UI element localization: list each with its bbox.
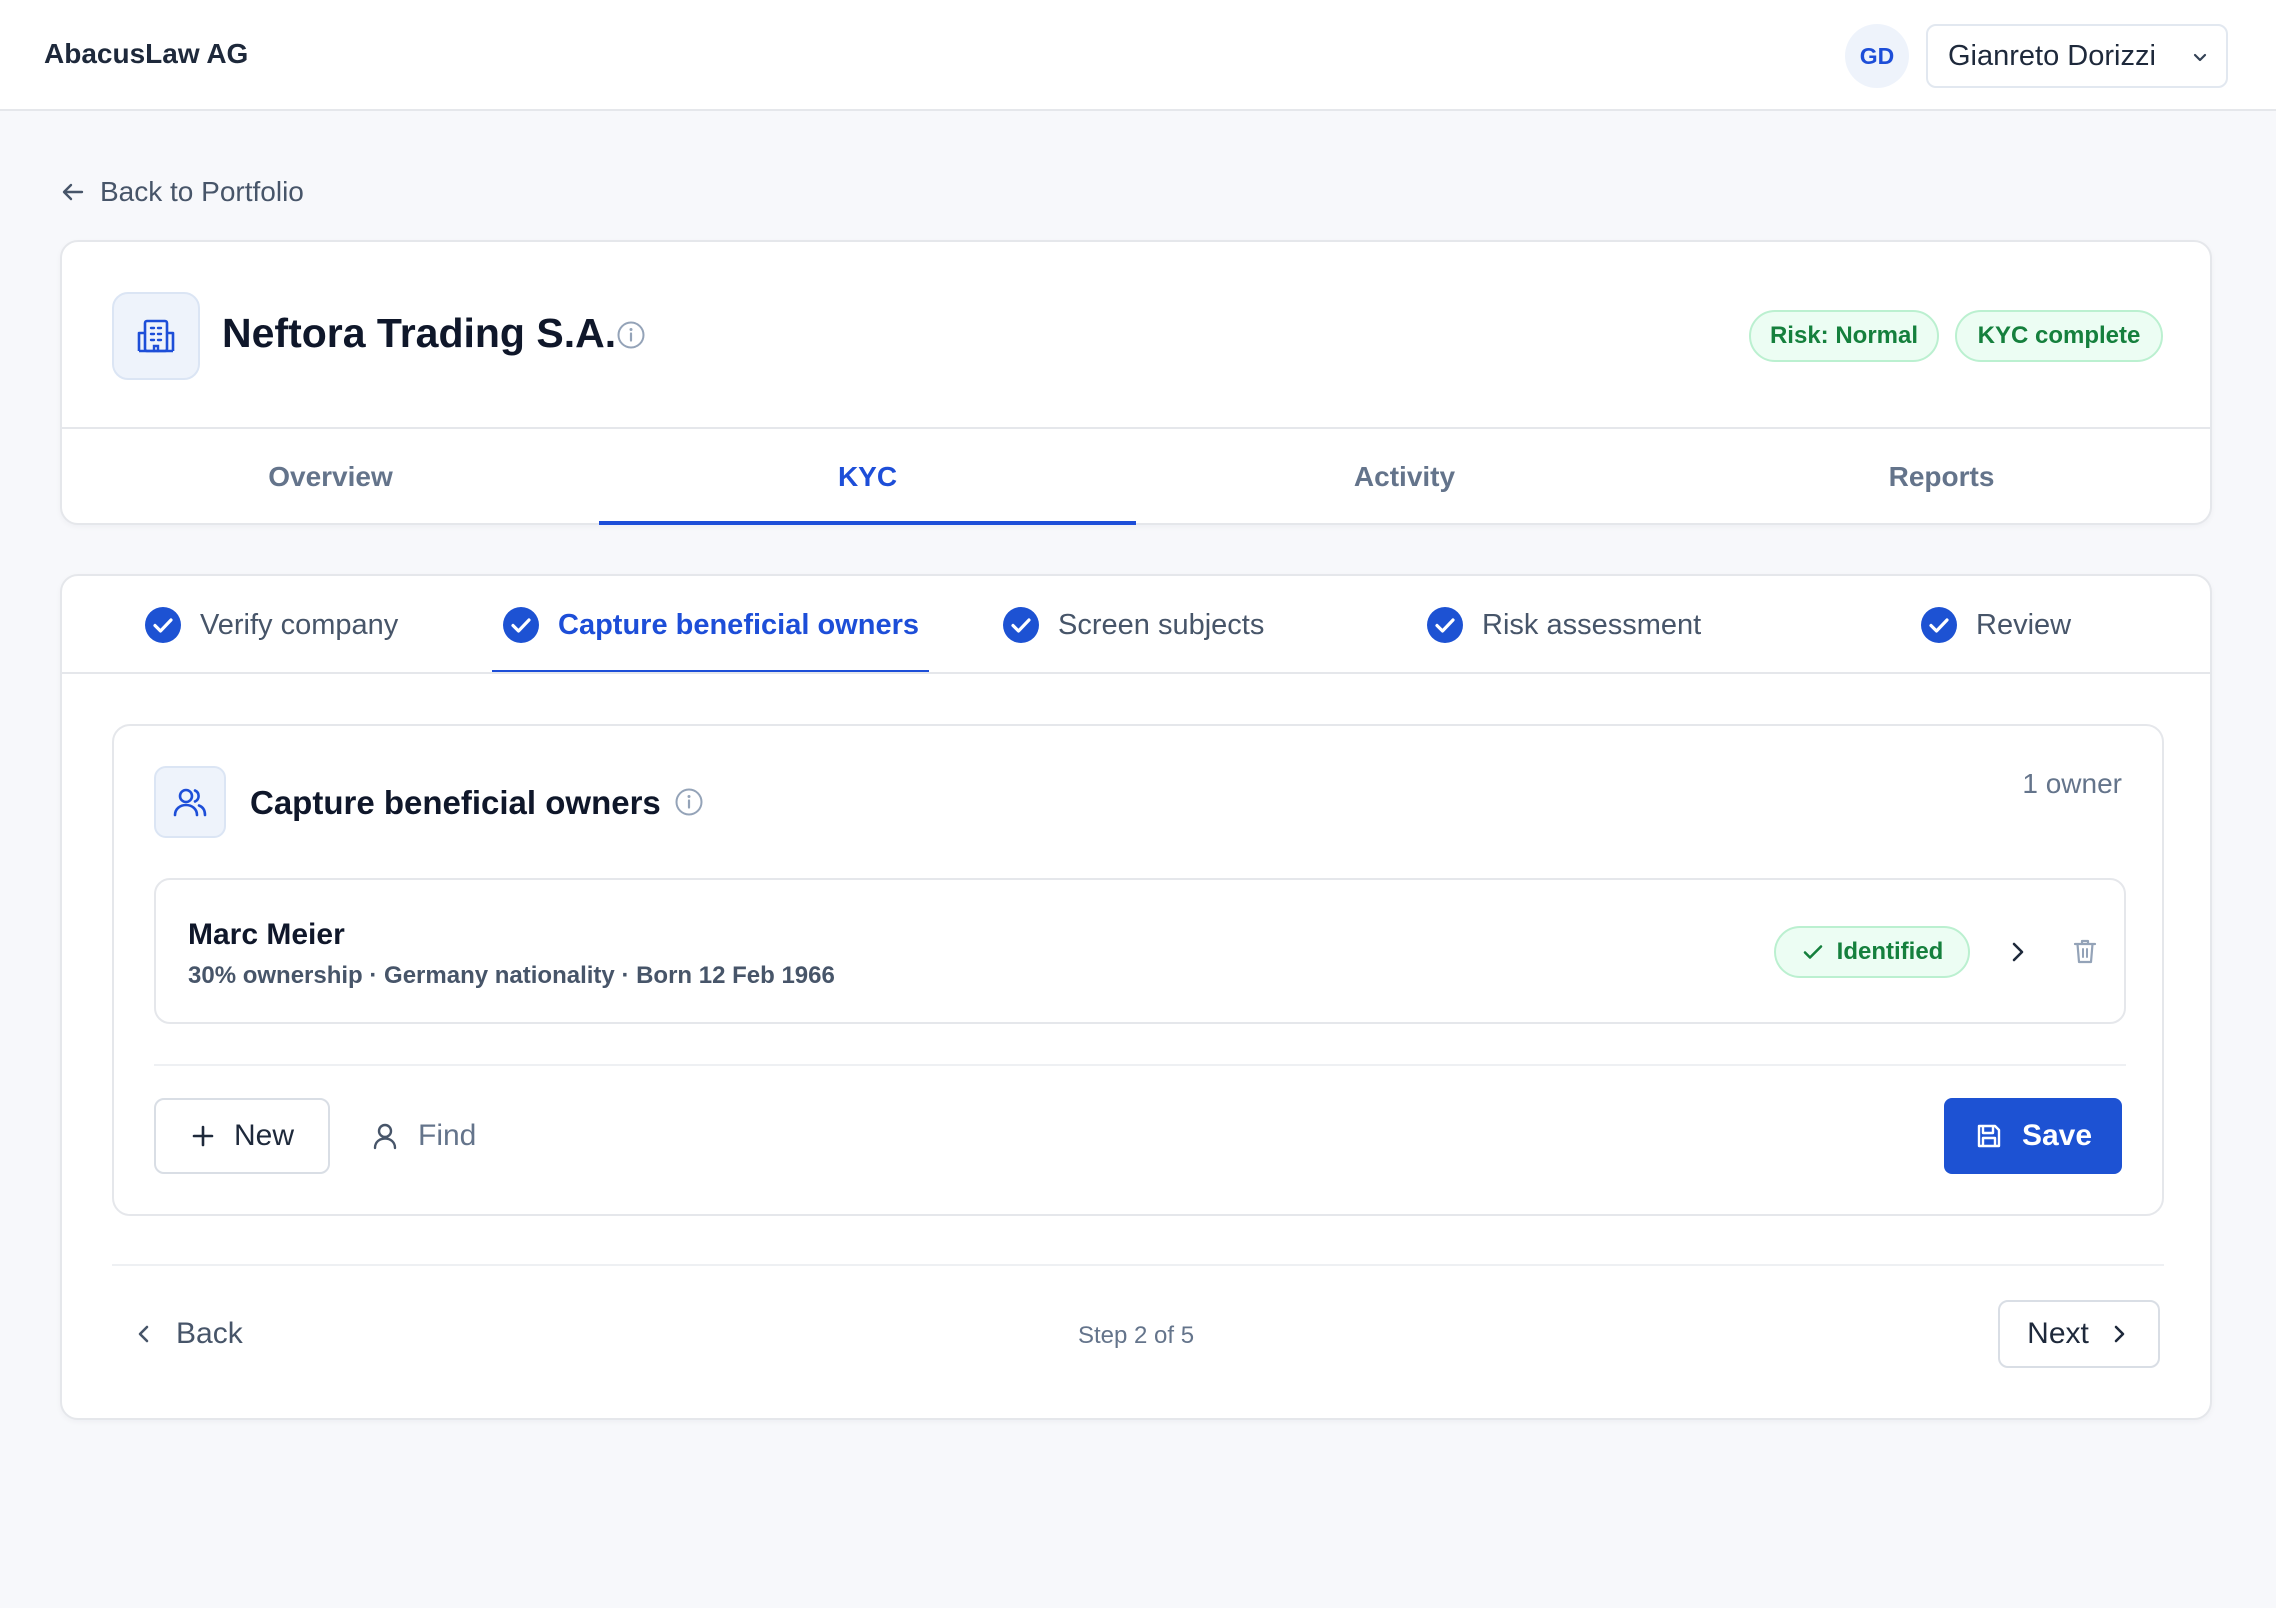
owner-row[interactable]: Marc Meier 30% ownership · Germany natio… (154, 878, 2126, 1024)
find-label: Find (418, 1119, 477, 1152)
kyc-status-badge: KYC complete (1955, 310, 2163, 362)
plus-icon (192, 1125, 214, 1147)
info-icon[interactable] (674, 787, 704, 817)
step-capture-beneficial-owners[interactable]: Capture beneficial owners (492, 576, 929, 674)
user-menu-select[interactable]: Gianreto Dorizzi (1926, 24, 2228, 88)
building-icon (112, 292, 200, 380)
risk-badge: Risk: Normal (1749, 310, 1939, 362)
step-review[interactable]: Review (1920, 576, 2071, 674)
user-name: Gianreto Dorizzi (1948, 39, 2156, 72)
check-circle-icon (1921, 607, 1957, 643)
section-title: Capture beneficial owners (250, 784, 661, 821)
step-risk-assessment[interactable]: Risk assessment (1426, 576, 1701, 674)
chevron-right-icon[interactable] (2004, 938, 2032, 966)
step-label: Capture beneficial owners (558, 608, 919, 641)
step-label: Screen subjects (1058, 608, 1265, 641)
tab-activity[interactable]: Activity (1136, 429, 1673, 525)
company-name: Neftora Trading S.A. (222, 310, 617, 356)
check-icon (1803, 945, 1822, 959)
back-to-portfolio-link[interactable]: Back to Portfolio (60, 176, 304, 208)
owner-details: 30% ownership · Germany nationality · Bo… (188, 962, 835, 989)
new-owner-button[interactable]: New (154, 1098, 330, 1174)
kyc-wizard-card: Verify company Capture beneficial owners… (60, 574, 2212, 1420)
step-verify-company[interactable]: Verify company (144, 576, 398, 674)
step-label: Risk assessment (1482, 608, 1702, 641)
users-icon (154, 766, 226, 838)
steps-divider (62, 672, 2210, 674)
check-circle-icon (1003, 607, 1039, 643)
top-bar: AbacusLaw AG GD Gianreto Dorizzi (0, 0, 2276, 111)
check-circle-icon (145, 607, 181, 643)
info-icon[interactable] (616, 320, 646, 350)
brand-name: AbacusLaw AG (44, 38, 249, 69)
step-label: Verify company (200, 608, 399, 641)
check-circle-icon (503, 607, 539, 643)
footer-divider (112, 1264, 2164, 1266)
step-screen-subjects[interactable]: Screen subjects (1002, 576, 1264, 674)
chevron-right-icon (2114, 1325, 2125, 1343)
next-label: Next (2027, 1317, 2089, 1350)
user-icon (373, 1123, 397, 1150)
owner-name: Marc Meier (188, 918, 345, 951)
find-owner-button[interactable]: Find (362, 1098, 484, 1174)
back-to-portfolio-label: Back to Portfolio (100, 176, 304, 207)
step-indicator: Step 2 of 5 (1077, 1322, 1195, 1349)
tab-overview[interactable]: Overview (62, 429, 599, 525)
status-label: Identified (1836, 938, 1944, 965)
arrow-left-icon (60, 179, 86, 205)
tab-kyc[interactable]: KYC (599, 429, 1136, 525)
save-icon (1977, 1124, 2001, 1148)
section-divider (154, 1064, 2126, 1066)
owner-count: 1 owner (2022, 768, 2122, 799)
check-circle-icon (1427, 607, 1463, 643)
next-button[interactable]: Next (1998, 1300, 2160, 1368)
tab-reports[interactable]: Reports (1673, 429, 2210, 525)
chevron-down-icon (2190, 48, 2210, 68)
beneficial-owners-section: Capture beneficial owners 1 owner Marc M… (112, 724, 2164, 1216)
avatar[interactable]: GD (1845, 24, 1909, 88)
save-label: Save (2021, 1119, 2093, 1152)
new-label: New (233, 1119, 294, 1152)
save-button[interactable]: Save (1944, 1098, 2122, 1174)
step-label: Review (1976, 608, 2072, 641)
identified-status-badge: Identified (1774, 926, 1970, 978)
company-card: Neftora Trading S.A. Risk: Normal KYC co… (60, 240, 2212, 525)
trash-icon[interactable] (2070, 936, 2100, 966)
